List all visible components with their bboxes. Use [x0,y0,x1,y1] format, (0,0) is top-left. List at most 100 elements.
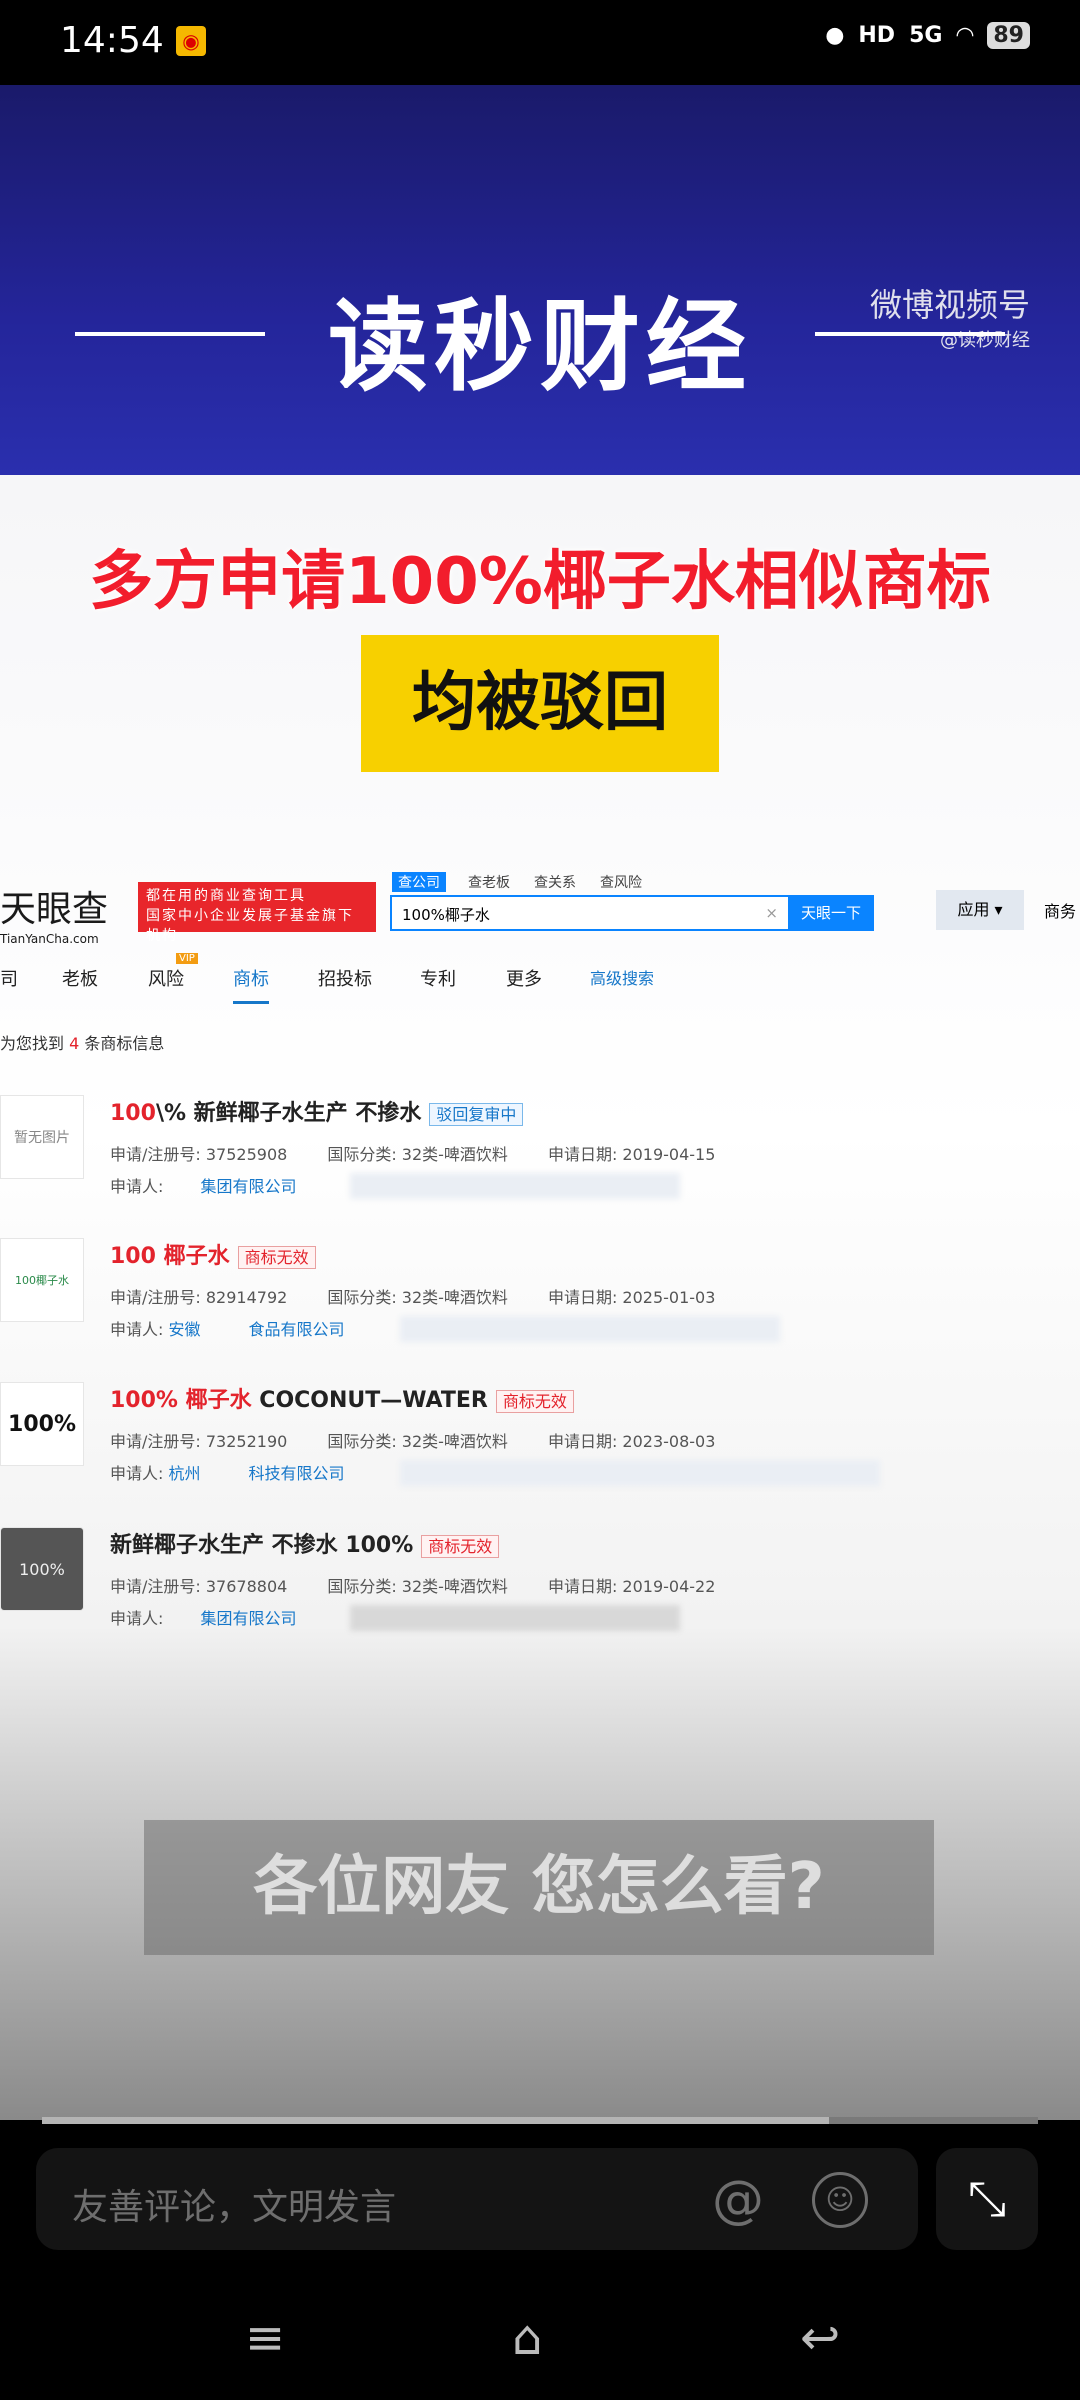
class: 国际分类: 32类-啤酒饮料 [327,1432,508,1451]
headline: 多方申请100%椰子水相似商标 [89,545,991,619]
class: 国际分类: 32类-啤酒饮料 [327,1577,508,1596]
trademark-row[interactable]: 100% 100% 椰子水 COCONUT—WATER 商标无效 申请/注册号: … [0,1382,1080,1522]
comment-input[interactable]: 友善评论，文明发言 @ ☺ [36,2148,918,2250]
weibo-notification-icon: ◉ [176,26,206,56]
search-tab[interactable]: 查公司 [392,872,446,892]
vip-badge: VIP [176,953,198,964]
date: 申请日期: 2023-08-03 [547,1432,716,1451]
trademark-title: 100 椰子水 商标无效 [110,1238,316,1270]
search-value: 100%椰子水 [402,906,490,924]
count-prefix: 为您找到 [0,1034,65,1053]
trademark-title: 100\% 新鲜椰子水生产 不掺水 驳回复审中 [110,1095,524,1127]
trademark-thumbnail: 100% [0,1527,84,1611]
battery-icon: 89 [987,22,1030,49]
tab[interactable]: 老板 [62,965,98,991]
tab[interactable]: 招投标 [318,965,372,991]
trademark-meta: 申请/注册号: 82914792 国际分类: 32类-啤酒饮料 申请日期: 2025… [110,1284,715,1308]
tab[interactable]: 司 [0,965,18,991]
logo-sub: TianYanCha.com [0,932,99,946]
redacted-area [400,1316,780,1342]
title-highlight: 100 [110,1101,156,1126]
search-tab[interactable]: 查老板 [468,872,510,892]
class: 国际分类: 32类-啤酒饮料 [327,1288,508,1307]
reg-no: 申请/注册号: 73252190 [110,1432,288,1451]
status-icons: ● HD 5G ◠ 89 [825,22,1030,49]
applicant: 申请人: 安徽 食品有限公司 [110,1316,345,1340]
applicant-link[interactable]: 集团有限公司 [201,1609,297,1628]
redacted-area [400,1460,880,1486]
status-badge: 商标无效 [495,1390,574,1413]
trademark-thumbnail: 100椰子水 [0,1238,84,1322]
video-progress-bar[interactable] [42,2117,1038,2124]
applicant-label: 申请人: [110,1464,164,1483]
category-tabs: 司 老板 风险 VIP 商标 招投标 专利 更多 高级搜索 [0,953,1080,1005]
reg-no: 申请/注册号: 82914792 [110,1288,288,1307]
title-highlight: 100 椰子水 [110,1244,230,1269]
status-bar: 14:54 ◉ ● HD 5G ◠ 89 [0,0,1080,85]
signal-icon: 5G [909,23,943,48]
emoji-icon[interactable]: ☺ [812,2172,868,2228]
count-value: 4 [69,1034,80,1053]
trademark-meta: 申请/注册号: 37678804 国际分类: 32类-啤酒饮料 申请日期: 2019… [110,1573,715,1597]
tab[interactable]: 风险 [148,965,184,991]
status-badge: 商标无效 [421,1535,500,1558]
business-link[interactable]: 商务 [1044,898,1076,922]
trademark-meta: 申请/注册号: 37525908 国际分类: 32类-啤酒饮料 申请日期: 2019… [110,1141,715,1165]
applicant: 申请人: 杭州 科技有限公司 [110,1460,345,1484]
result-count: 为您找到 4 条商标信息 [0,1030,164,1054]
home-nav-icon[interactable]: ⌂ [512,2310,542,2366]
back-nav-icon[interactable]: ↩ [800,2310,840,2366]
count-suffix: 条商标信息 [84,1034,165,1053]
status-badge: 商标无效 [237,1246,316,1269]
clear-icon[interactable]: × [765,904,778,922]
clock: 14:54 [60,20,164,61]
wifi-icon: ◠ [956,23,974,48]
progress-fill [42,2117,829,2124]
applicant-label: 申请人: [110,1320,164,1339]
trademark-thumbnail: 100% [0,1382,84,1466]
advanced-search-link[interactable]: 高级搜索 [590,965,654,989]
trademark-row[interactable]: 100% 新鲜椰子水生产 不掺水 100% 商标无效 申请/注册号: 376788… [0,1527,1080,1667]
trademark-meta: 申请/注册号: 73252190 国际分类: 32类-啤酒饮料 申请日期: 2023… [110,1428,715,1452]
comment-placeholder: 友善评论，文明发言 [72,2187,397,2228]
menu-nav-icon[interactable]: ≡ [245,2310,285,2366]
redacted-area [350,1605,680,1631]
date: 申请日期: 2019-04-15 [547,1145,716,1164]
ad-line: 都在用的商业查询工具 [146,888,306,904]
applicant-link[interactable]: 集团有限公司 [201,1177,297,1196]
applicant: 申请人: 集团有限公司 [110,1605,297,1629]
fullscreen-exit-button[interactable]: ⤡ [936,2148,1038,2250]
trademark-thumbnail: 暂无图片 [0,1095,84,1179]
applicant: 申请人: 集团有限公司 [110,1173,297,1197]
search-input[interactable]: 100%椰子水 × [390,895,790,931]
search-button[interactable]: 天眼一下 [788,895,874,931]
brand-title: 读秒财经 [328,288,752,405]
apps-button[interactable]: 应用 ▾ [936,890,1024,930]
ad-banner: 都在用的商业查询工具国家中小企业发展子基金旗下机构 [138,882,376,944]
tab[interactable]: 专利 [420,965,456,991]
applicant-label: 申请人: [110,1177,164,1196]
logo-text: 天眼查 [0,889,109,930]
tab-trademark[interactable]: 商标 [233,965,269,1004]
trademark-title: 100% 椰子水 COCONUT—WATER 商标无效 [110,1382,574,1414]
title-rest: 新鲜椰子水生产 不掺水 100% [110,1533,414,1558]
highlight-box: 均被驳回 [361,635,719,772]
trademark-title: 新鲜椰子水生产 不掺水 100% 商标无效 [110,1527,500,1559]
trademark-row[interactable]: 100椰子水 100 椰子水 商标无效 申请/注册号: 82914792 国际分类:… [0,1238,1080,1378]
hd-icon: HD [858,23,896,48]
applicant-link[interactable]: 杭州 科技有限公司 [169,1464,345,1483]
status-badge: 驳回复审中 [429,1103,524,1126]
search-tab[interactable]: 查关系 [534,872,576,892]
trademark-row[interactable]: 暂无图片 100\% 新鲜椰子水生产 不掺水 驳回复审中 申请/注册号: 3752… [0,1095,1080,1235]
tab[interactable]: 更多 [506,965,542,991]
title-rest: \% 新鲜椰子水生产 不掺水 [155,1101,422,1126]
location-icon: ● [825,23,845,48]
mention-icon[interactable]: @ [712,2170,764,2230]
applicant-label: 申请人: [110,1609,164,1628]
class: 国际分类: 32类-啤酒饮料 [327,1145,508,1164]
tianyancha-logo: 天眼查 TianYanCha.com [0,880,108,946]
applicant-link[interactable]: 安徽 食品有限公司 [169,1320,345,1339]
ad-line: 国家中小企业发展子基金旗下机构 [146,908,354,944]
video-subtitle: 各位网友 您怎么看? [144,1820,934,1955]
search-tab[interactable]: 查风险 [600,872,642,892]
